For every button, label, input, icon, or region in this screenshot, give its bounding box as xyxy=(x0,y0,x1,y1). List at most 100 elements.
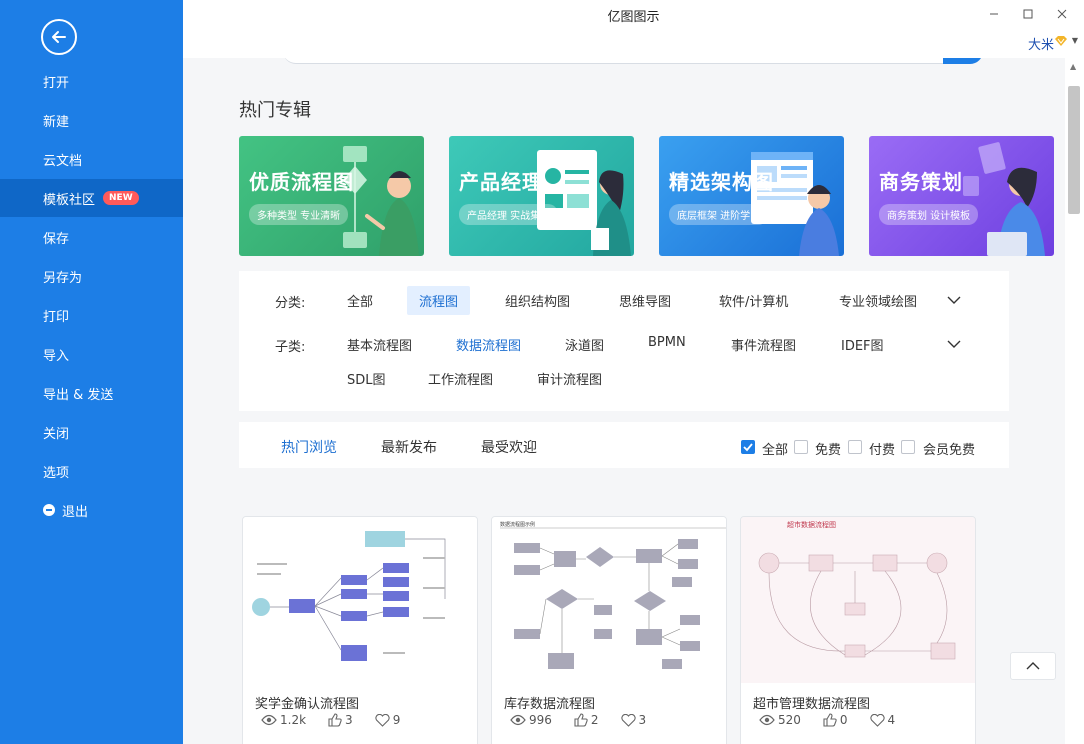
subcategory-swimlane[interactable]: 泳道图 xyxy=(553,330,616,359)
checkbox-paid[interactable] xyxy=(848,440,862,454)
arrow-left-icon xyxy=(52,31,66,43)
sidebar-item-save-as[interactable]: 另存为 xyxy=(0,257,183,295)
tab-most-liked[interactable]: 最受欢迎 xyxy=(481,437,537,457)
banner-illustration xyxy=(537,150,631,256)
banner-business-plan[interactable]: 商务策划 商务策划 设计模板 xyxy=(869,136,1054,256)
chevron-down-icon[interactable] xyxy=(947,339,961,349)
banner-architecture[interactable]: 精选架构图 底层框架 进阶学习 xyxy=(659,136,844,256)
filter-panel: 分类: 全部 流程图 组织结构图 思维导图 软件/计算机 专业领域绘图 子类: … xyxy=(239,271,1009,466)
sidebar: 打开 新建 云文档 模板社区 NEW 保存 另存为 打印 导入 导出 & 发送 关… xyxy=(0,0,183,744)
template-card[interactable]: 数据流程图示例 库存数据流程图 996 2 3 xyxy=(491,516,727,744)
user-name[interactable]: 大米 xyxy=(1028,34,1054,53)
subcategory-data-flowchart[interactable]: 数据流程图 xyxy=(444,330,533,359)
category-flowchart[interactable]: 流程图 xyxy=(407,286,471,315)
sidebar-item-print[interactable]: 打印 xyxy=(0,296,183,334)
category-all[interactable]: 全部 xyxy=(335,286,385,315)
banner-product-manager[interactable]: 产品经理 产品经理 实战集合 xyxy=(449,136,634,256)
chevron-up-icon xyxy=(1026,662,1040,670)
section-title: 热门专辑 xyxy=(239,100,311,121)
heart-icon xyxy=(869,713,885,727)
template-thumbnail: 数据流程图示例 xyxy=(492,517,726,683)
scrollbar[interactable]: ▲ xyxy=(1065,58,1084,744)
template-title: 奖学金确认流程图 xyxy=(255,697,360,712)
banner-illustration xyxy=(963,142,1045,256)
template-thumbnail xyxy=(243,517,477,683)
minus-circle-icon xyxy=(43,504,55,516)
new-badge: NEW xyxy=(103,191,139,205)
template-stats: 1.2k 3 9 xyxy=(261,713,422,727)
sidebar-item-template-community[interactable]: 模板社区 NEW xyxy=(0,179,183,217)
scroll-up-icon[interactable]: ▲ xyxy=(1070,62,1076,71)
subcategory-bpmn[interactable]: BPMN xyxy=(636,330,698,355)
template-thumbnail: 超市数据流程图 xyxy=(741,517,975,683)
thumbs-up-icon xyxy=(823,713,837,727)
thumbs-up-icon xyxy=(328,713,342,727)
close-icon xyxy=(1057,9,1067,19)
tab-hot-views[interactable]: 热门浏览 xyxy=(281,437,337,457)
maximize-icon xyxy=(1023,9,1033,19)
likes-count: 2 xyxy=(590,713,599,727)
template-card[interactable]: 奖学金确认流程图 1.2k 3 9 xyxy=(242,516,478,744)
sidebar-item-import[interactable]: 导入 xyxy=(0,335,183,373)
favorites-count: 4 xyxy=(887,713,896,727)
category-professional[interactable]: 专业领域绘图 xyxy=(827,286,929,315)
subcategory-sdl[interactable]: SDL图 xyxy=(335,364,398,393)
category-label: 分类: xyxy=(275,296,306,311)
sidebar-item-exit[interactable]: 退出 xyxy=(0,491,183,529)
vip-diamond-icon xyxy=(1055,36,1067,46)
template-title: 超市管理数据流程图 xyxy=(753,697,871,712)
sidebar-item-close[interactable]: 关闭 xyxy=(0,413,183,451)
checkbox-paid-label: 付费 xyxy=(869,443,896,458)
template-card[interactable]: 超市数据流程图 超市管理数据流程图 520 0 4 xyxy=(740,516,976,744)
minimize-button[interactable] xyxy=(984,4,1004,24)
category-software[interactable]: 软件/计算机 xyxy=(707,286,800,315)
main-content: 热门专辑 优质流程图 多种类型 专业清晰 产品经理 产品经理 实战集合 精选架构… xyxy=(183,58,1065,744)
tab-latest[interactable]: 最新发布 xyxy=(381,437,437,457)
views-count: 1.2k xyxy=(280,713,307,727)
subcategory-basic-flowchart[interactable]: 基本流程图 xyxy=(335,330,424,359)
sidebar-item-new[interactable]: 新建 xyxy=(0,101,183,139)
svg-text:超市数据流程图: 超市数据流程图 xyxy=(787,520,836,529)
sidebar-item-cloud-docs[interactable]: 云文档 xyxy=(0,140,183,178)
subcategory-event-flowchart[interactable]: 事件流程图 xyxy=(719,330,808,359)
category-mind-map[interactable]: 思维导图 xyxy=(607,286,683,315)
heart-icon xyxy=(375,713,390,727)
maximize-button[interactable] xyxy=(1018,4,1038,24)
search-button[interactable] xyxy=(943,58,983,64)
template-title: 库存数据流程图 xyxy=(504,697,596,712)
checkbox-member-free[interactable] xyxy=(901,440,915,454)
checkmark-icon xyxy=(743,443,753,452)
sidebar-item-save[interactable]: 保存 xyxy=(0,218,183,256)
checkbox-free[interactable] xyxy=(794,440,808,454)
search-bar[interactable] xyxy=(283,58,983,64)
sidebar-item-options[interactable]: 选项 xyxy=(0,452,183,490)
template-stats: 520 0 4 xyxy=(759,713,917,727)
title-bar: 亿图图示 大米 ▼ xyxy=(183,0,1084,58)
subcategory-audit-flowchart[interactable]: 审计流程图 xyxy=(525,364,614,393)
checkbox-all[interactable] xyxy=(741,440,755,454)
subcategory-label: 子类: xyxy=(275,340,306,355)
category-org-chart[interactable]: 组织结构图 xyxy=(493,286,582,315)
subcategory-workflow[interactable]: 工作流程图 xyxy=(416,364,505,393)
sidebar-item-open[interactable]: 打开 xyxy=(0,62,183,100)
scroll-thumb[interactable] xyxy=(1068,86,1080,214)
likes-count: 3 xyxy=(345,713,353,727)
favorites-count: 9 xyxy=(392,713,401,727)
checkbox-free-label: 免费 xyxy=(815,443,842,458)
thumbs-up-icon xyxy=(574,713,588,727)
back-button[interactable] xyxy=(41,19,77,55)
minimize-icon xyxy=(990,13,998,15)
sidebar-item-export-send[interactable]: 导出 & 发送 xyxy=(0,374,183,412)
subcategory-idef[interactable]: IDEF图 xyxy=(829,330,896,359)
views-count: 996 xyxy=(529,713,552,727)
back-to-top-button[interactable] xyxy=(1010,652,1056,680)
app-title: 亿图图示 xyxy=(607,10,660,25)
favorites-count: 3 xyxy=(638,713,647,727)
banner-illustration xyxy=(751,152,839,256)
banner-flowchart[interactable]: 优质流程图 多种类型 专业清晰 xyxy=(239,136,424,256)
close-window-button[interactable] xyxy=(1052,4,1072,24)
checkbox-member-free-label: 会员免费 xyxy=(923,443,976,458)
heart-icon xyxy=(620,713,636,727)
chevron-down-icon[interactable] xyxy=(947,295,961,305)
user-menu-arrow-icon[interactable]: ▼ xyxy=(1072,36,1078,45)
